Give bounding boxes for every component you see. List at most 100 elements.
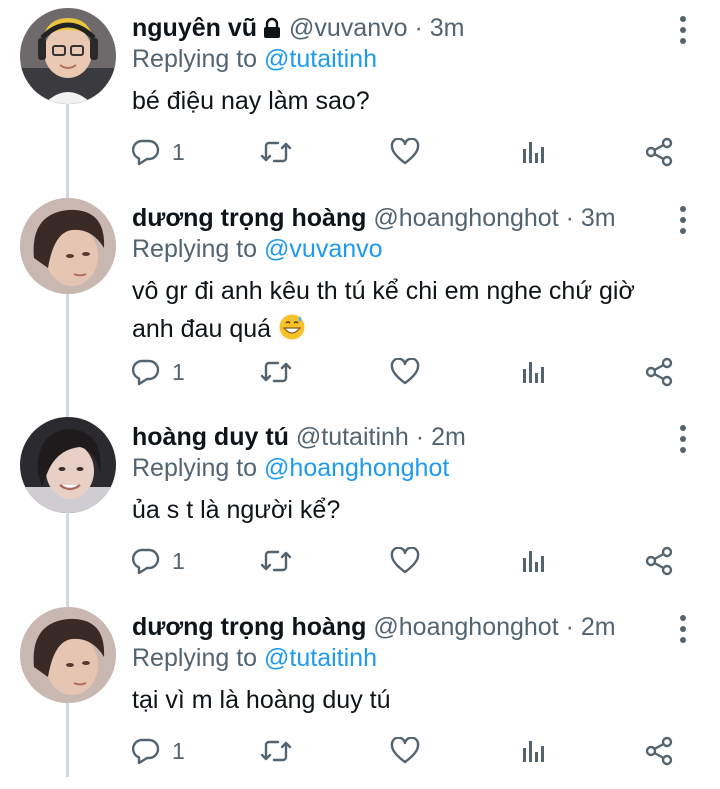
share-icon xyxy=(645,137,673,167)
reply-icon xyxy=(132,359,160,386)
tweet-header: dương trọng hoàng @hoanghonghot · 2m xyxy=(132,611,616,643)
more-options-button[interactable] xyxy=(678,16,688,44)
like-button[interactable] xyxy=(390,354,420,390)
timestamp[interactable]: 3m xyxy=(581,204,616,232)
replying-to-label: Replying to xyxy=(132,644,258,672)
tweet-header: hoàng duy tú @tutaitinh · 2m xyxy=(132,421,466,453)
more-options-button[interactable] xyxy=(678,425,688,453)
grinning-sweat-emoji xyxy=(278,313,306,352)
like-icon xyxy=(390,547,420,574)
retweet-button[interactable] xyxy=(260,354,292,390)
avatar[interactable] xyxy=(20,417,116,513)
replying-to-label: Replying to xyxy=(132,235,258,263)
views-button[interactable] xyxy=(520,354,546,390)
reply-count: 1 xyxy=(172,138,185,165)
reply-count: 1 xyxy=(172,547,185,574)
tweet-actions: 1 xyxy=(132,543,692,579)
display-name[interactable]: dương trọng hoàng xyxy=(132,204,366,232)
user-handle[interactable]: @vuvanvo xyxy=(289,14,408,42)
tweet-actions: 1 xyxy=(132,733,692,769)
tweet-text: vô gr đi anh kêu th tú kể chi em nghe ch… xyxy=(132,272,672,352)
replying-to: Replying to @hoanghonghot xyxy=(132,452,449,484)
views-button[interactable] xyxy=(520,134,546,170)
tweet-text-content: vô gr đi anh kêu th tú kể chi em nghe ch… xyxy=(132,277,635,343)
user-handle[interactable]: @tutaitinh xyxy=(296,423,409,451)
share-icon xyxy=(645,546,673,576)
tweet[interactable]: nguyên vũ @vuvanvo · 3m Replying to @tuta… xyxy=(0,0,720,190)
retweet-button[interactable] xyxy=(260,543,292,579)
user-handle[interactable]: @hoanghonghot xyxy=(373,613,558,641)
reply-icon xyxy=(132,139,160,166)
replying-to-label: Replying to xyxy=(132,45,258,73)
separator-dot: · xyxy=(415,423,425,451)
reply-button[interactable]: 1 xyxy=(132,543,185,579)
replying-to-label: Replying to xyxy=(132,454,258,482)
like-icon xyxy=(390,138,420,165)
timestamp[interactable]: 2m xyxy=(431,423,466,451)
reply-count: 1 xyxy=(172,737,185,764)
tweet-text: bé điệu nay làm sao? xyxy=(132,87,370,115)
reply-button[interactable]: 1 xyxy=(132,733,185,769)
tweet[interactable]: hoàng duy tú @tutaitinh · 2m Replying to… xyxy=(0,409,720,599)
share-icon xyxy=(645,357,673,387)
tweet-text: tại vì m là hoàng duy tú xyxy=(132,686,391,714)
like-icon xyxy=(390,358,420,385)
analytics-icon xyxy=(523,741,544,762)
replying-to-mention[interactable]: @hoanghonghot xyxy=(264,454,449,482)
share-button[interactable] xyxy=(644,733,674,769)
replying-to-mention[interactable]: @tutaitinh xyxy=(264,644,377,672)
tweet[interactable]: dương trọng hoàng @hoanghonghot · 3m Rep… xyxy=(0,190,720,387)
separator-dot: · xyxy=(565,204,574,232)
reply-icon xyxy=(132,738,160,765)
tweet-header: nguyên vũ @vuvanvo · 3m xyxy=(132,12,464,47)
separator-dot: · xyxy=(414,14,423,42)
views-button[interactable] xyxy=(520,733,546,769)
tweet-actions: 1 xyxy=(132,134,692,170)
retweet-button[interactable] xyxy=(260,733,292,769)
conversation-thread: nguyên vũ @vuvanvo · 3m Replying to @tuta… xyxy=(0,0,720,777)
reply-button[interactable]: 1 xyxy=(132,354,185,390)
more-vertical-icon xyxy=(680,425,686,431)
more-options-button[interactable] xyxy=(678,615,688,643)
more-vertical-icon xyxy=(680,16,686,22)
more-vertical-icon xyxy=(680,206,686,212)
analytics-icon xyxy=(523,142,544,163)
reply-button[interactable]: 1 xyxy=(132,134,185,170)
tweet-header: dương trọng hoàng @hoanghonghot · 3m xyxy=(132,202,616,234)
views-button[interactable] xyxy=(520,543,546,579)
separator-dot: · xyxy=(565,613,574,641)
replying-to-mention[interactable]: @tutaitinh xyxy=(264,45,377,73)
more-vertical-icon xyxy=(680,615,686,621)
analytics-icon xyxy=(523,551,544,572)
more-options-button[interactable] xyxy=(678,206,688,234)
like-button[interactable] xyxy=(390,733,420,769)
tweet-actions: 1 xyxy=(132,354,692,390)
user-handle[interactable]: @hoanghonghot xyxy=(373,204,558,232)
avatar[interactable] xyxy=(20,607,116,703)
replying-to: Replying to @vuvanvo xyxy=(132,233,383,265)
tweet[interactable]: dương trọng hoàng @hoanghonghot · 2m Rep… xyxy=(0,599,720,789)
reply-icon xyxy=(132,548,160,575)
retweet-icon xyxy=(260,361,292,383)
replying-to: Replying to @tutaitinh xyxy=(132,43,377,75)
avatar[interactable] xyxy=(20,8,116,104)
display-name[interactable]: nguyên vũ xyxy=(132,14,257,42)
timestamp[interactable]: 3m xyxy=(430,14,465,42)
replying-to-mention[interactable]: @vuvanvo xyxy=(264,235,383,263)
replying-to: Replying to @tutaitinh xyxy=(132,642,377,674)
retweet-icon xyxy=(260,141,292,163)
like-button[interactable] xyxy=(390,134,420,170)
avatar[interactable] xyxy=(20,198,116,294)
retweet-button[interactable] xyxy=(260,134,292,170)
share-button[interactable] xyxy=(644,134,674,170)
share-icon xyxy=(645,736,673,766)
display-name[interactable]: hoàng duy tú xyxy=(132,423,289,451)
analytics-icon xyxy=(523,362,544,383)
share-button[interactable] xyxy=(644,543,674,579)
timestamp[interactable]: 2m xyxy=(581,613,616,641)
display-name[interactable]: dương trọng hoàng xyxy=(132,613,366,641)
share-button[interactable] xyxy=(644,354,674,390)
tweet-text: ủa s t là người kể? xyxy=(132,496,341,524)
like-button[interactable] xyxy=(390,543,420,579)
retweet-icon xyxy=(260,550,292,572)
